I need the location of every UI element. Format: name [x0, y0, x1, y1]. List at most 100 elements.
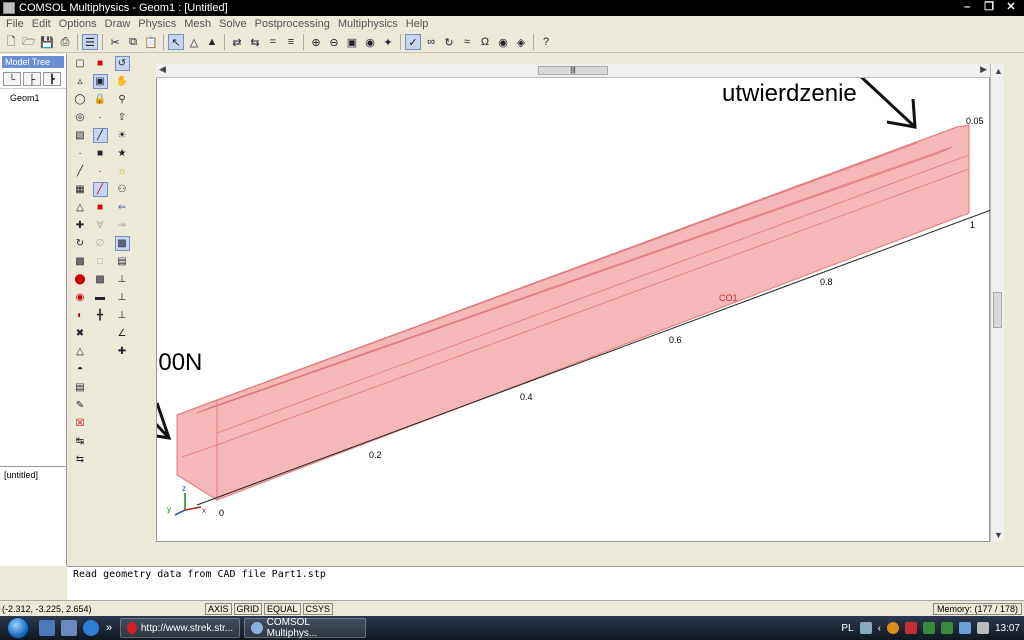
help-icon[interactable]: ?	[538, 34, 554, 50]
cube-view-icon[interactable]: ▩	[93, 272, 108, 287]
boundary-settings-icon[interactable]: ⇄	[229, 34, 245, 50]
xy-view-icon[interactable]: ⊥	[115, 272, 130, 287]
zoom-window-icon[interactable]: ▣	[344, 34, 360, 50]
task-comsol[interactable]: COMSOL Multiphys...	[244, 617, 367, 639]
move-up-icon[interactable]: ⇧	[115, 110, 130, 125]
zx-view-icon[interactable]: ⊥	[115, 308, 130, 323]
mesh-mode-icon[interactable]: ▲	[204, 34, 220, 50]
box-view-icon[interactable]: ▩	[114, 235, 130, 251]
dot-icon[interactable]: ·	[93, 110, 108, 125]
block-icon[interactable]: ▢	[73, 56, 88, 71]
tray-security-icon[interactable]	[904, 622, 917, 634]
delete-icon[interactable]: ☒	[73, 416, 88, 431]
beam-channel[interactable]	[196, 146, 953, 414]
show-desktop-icon[interactable]	[39, 620, 55, 636]
open-folder-icon[interactable]: 🗁	[21, 34, 37, 50]
sun-icon[interactable]: ☼	[115, 164, 130, 179]
tree-detail-icon[interactable]: ├	[23, 72, 41, 86]
menu-solve[interactable]: Solve	[215, 18, 251, 30]
hide-icon[interactable]: ▬	[93, 290, 108, 305]
horizontal-scroll-thumb[interactable]: |||	[538, 66, 608, 75]
torus-icon[interactable]: ◎	[73, 110, 88, 125]
geometry-viewport[interactable]: 0 0.2 0.4 0.6 0.8 1 0.05 CO1 200N utwier…	[156, 64, 991, 543]
orbit-icon[interactable]: ✦	[380, 34, 396, 50]
menu-mesh[interactable]: Mesh	[180, 18, 215, 30]
point-icon[interactable]: ·	[73, 146, 88, 161]
box-select-icon[interactable]: □	[93, 254, 108, 269]
restart-icon[interactable]: ↻	[441, 34, 457, 50]
square-select-icon[interactable]: ■	[93, 146, 108, 161]
close-icon[interactable]: ✕	[1002, 1, 1020, 14]
tray-app-icon[interactable]	[886, 622, 899, 634]
lock-icon[interactable]: 🔒	[93, 92, 108, 107]
tray-volume-icon[interactable]	[976, 622, 989, 634]
toggle-equal[interactable]: EQUAL	[264, 602, 301, 615]
tree-expand-icon[interactable]: ┣	[43, 72, 61, 86]
quicklaunch-overflow-icon[interactable]: »	[106, 622, 112, 634]
toggle-csys[interactable]: CSYS	[302, 602, 334, 615]
mirror-icon[interactable]: △	[73, 200, 88, 215]
camera-icon[interactable]: ✚	[115, 344, 130, 359]
cylinder-icon[interactable]: ▧	[73, 128, 88, 143]
rotate-view-icon[interactable]: ↺	[114, 55, 130, 71]
menu-postprocessing[interactable]: Postprocessing	[251, 18, 334, 30]
toggle-grid[interactable]: GRID	[233, 602, 263, 615]
plot-icon[interactable]: ◈	[513, 34, 529, 50]
menu-edit[interactable]: Edit	[28, 18, 55, 30]
clock[interactable]: 13:07	[995, 623, 1020, 634]
red-dot-icon[interactable]: ·	[93, 164, 108, 179]
menu-multiphysics[interactable]: Multiphysics	[334, 18, 402, 30]
select-all-icon[interactable]: ∀	[93, 218, 108, 233]
geometry-canvas[interactable]: 0 0.2 0.4 0.6 0.8 1 0.05 CO1 200N utwier…	[157, 65, 991, 543]
model-tree-icon[interactable]: ☰	[82, 34, 98, 50]
edge-select-icon[interactable]: ╱	[92, 127, 108, 143]
zoom-extents-icon[interactable]: ◉	[362, 34, 378, 50]
menu-physics[interactable]: Physics	[134, 18, 180, 30]
sphere-icon[interactable]: ◯	[73, 92, 88, 107]
arrow-left-icon[interactable]: ⇐	[115, 200, 130, 215]
vertical-scroll-thumb[interactable]	[993, 292, 1002, 328]
select-all-red-icon[interactable]: ■	[93, 56, 108, 71]
union-icon[interactable]: ⬤	[73, 272, 88, 287]
menu-draw[interactable]: Draw	[101, 18, 135, 30]
scene-light-icon[interactable]: ★	[115, 146, 130, 161]
maximize-icon[interactable]: ❐	[980, 1, 998, 14]
dimension-icon[interactable]: ↹	[73, 434, 88, 449]
cut-icon[interactable]: ✂	[107, 34, 123, 50]
array-icon[interactable]: ▦	[73, 182, 88, 197]
red-square-icon[interactable]: ■	[93, 200, 108, 215]
brush-icon[interactable]: ✎	[73, 398, 88, 413]
scale-icon[interactable]: ▩	[73, 254, 88, 269]
switch-windows-icon[interactable]	[61, 620, 77, 636]
equal-icon[interactable]: =	[265, 34, 281, 50]
tray-sync-icon[interactable]	[922, 622, 935, 634]
solve-check-icon[interactable]: ✓	[405, 34, 421, 50]
paste-icon[interactable]: 📋	[143, 34, 159, 50]
tree-view-icon[interactable]: └	[3, 72, 21, 86]
omega-icon[interactable]: Ω	[477, 34, 493, 50]
solve-icon[interactable]: ∞	[423, 34, 439, 50]
red-line-icon[interactable]: ╱	[92, 181, 108, 197]
mesh-icon[interactable]: ◉	[495, 34, 511, 50]
iso-view-icon[interactable]: ▤	[115, 254, 130, 269]
vertical-scrollbar[interactable]: ▲ ▼	[990, 64, 1004, 542]
tray-network-icon[interactable]	[859, 622, 872, 634]
intersection-icon[interactable]: ◉	[73, 290, 88, 305]
save-icon[interactable]: 💾	[39, 34, 55, 50]
axis-angle-icon[interactable]: ∠	[115, 326, 130, 341]
point-settings-icon[interactable]: ≡	[283, 34, 299, 50]
rotate-icon[interactable]: ↻	[73, 236, 88, 251]
internet-explorer-icon[interactable]	[83, 620, 99, 636]
zoom-in-icon[interactable]: ⊕	[308, 34, 324, 50]
measure-icon[interactable]: ╋	[93, 308, 108, 323]
horizontal-scrollbar[interactable]: ◀ ||| ▶	[156, 64, 990, 78]
arrow-right-icon[interactable]: ⇒	[115, 218, 130, 233]
minimize-icon[interactable]: –	[958, 1, 976, 14]
embed-icon[interactable]: ▤	[73, 380, 88, 395]
scroll-left-icon[interactable]: ◀	[159, 64, 166, 75]
lighting-icon[interactable]: ☀	[115, 128, 130, 143]
scroll-down-icon[interactable]: ▼	[994, 530, 1003, 540]
print-icon[interactable]: ⎙	[57, 34, 73, 50]
select-none-icon[interactable]: ∅	[93, 236, 108, 251]
subdomain-settings-icon[interactable]: ⇆	[247, 34, 263, 50]
